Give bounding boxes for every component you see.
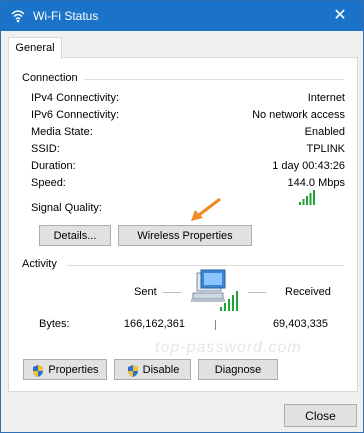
wifi-icon: [11, 10, 25, 23]
activity-divider-tick: [215, 320, 216, 330]
sent-label: Sent: [134, 286, 157, 298]
watermark: top-password.com: [155, 339, 302, 356]
shield-icon: [33, 364, 44, 377]
connection-heading: Connection: [22, 72, 78, 84]
sent-bytes-value: 166,162,361: [123, 318, 185, 330]
media-state-label: Media State:: [31, 126, 93, 138]
sent-line: [163, 292, 181, 293]
connection-divider: [84, 79, 344, 80]
ipv4-value: Internet: [307, 92, 345, 104]
network-computer-icon: [191, 269, 238, 311]
properties-label: Properties: [48, 364, 99, 376]
title-bar: Wi-Fi Status ✕: [1, 1, 363, 31]
details-button[interactable]: Details...: [39, 225, 111, 246]
wifi-status-window: Wi-Fi Status ✕ General Connection IPv4 C…: [0, 0, 364, 433]
properties-button[interactable]: Properties: [23, 359, 107, 380]
received-bytes-value: 69,403,335: [272, 318, 328, 330]
window-title: Wi-Fi Status: [33, 9, 99, 23]
close-button[interactable]: Close: [284, 404, 357, 427]
duration-value: 1 day 00:43:26: [272, 160, 345, 172]
wireless-properties-button[interactable]: Wireless Properties: [118, 225, 252, 246]
duration-label: Duration:: [31, 160, 76, 172]
media-state-value: Enabled: [304, 126, 345, 138]
tab-general[interactable]: General: [8, 37, 62, 59]
disable-label: Disable: [142, 364, 180, 376]
ipv4-label: IPv4 Connectivity:: [31, 92, 120, 104]
shield-icon: [127, 364, 138, 377]
speed-value: 144.0 Mbps: [287, 177, 345, 189]
annotation-arrow-icon: [191, 197, 221, 221]
received-line: [248, 292, 266, 293]
speed-label: Speed:: [31, 177, 66, 189]
ipv6-value: No network access: [252, 109, 345, 121]
ssid-value: TPLINK: [306, 143, 345, 155]
ipv6-label: IPv6 Connectivity:: [31, 109, 120, 121]
diagnose-button[interactable]: Diagnose: [198, 359, 278, 380]
activity-divider: [67, 265, 344, 266]
ssid-label: SSID:: [31, 143, 60, 155]
bytes-label: Bytes:: [39, 318, 70, 330]
activity-heading: Activity: [22, 258, 57, 270]
signal-quality-label: Signal Quality:: [31, 202, 102, 214]
window-close-button[interactable]: ✕: [317, 1, 363, 31]
received-label: Received: [285, 286, 331, 298]
disable-button[interactable]: Disable: [114, 359, 191, 380]
signal-strength-icon: [299, 190, 315, 205]
